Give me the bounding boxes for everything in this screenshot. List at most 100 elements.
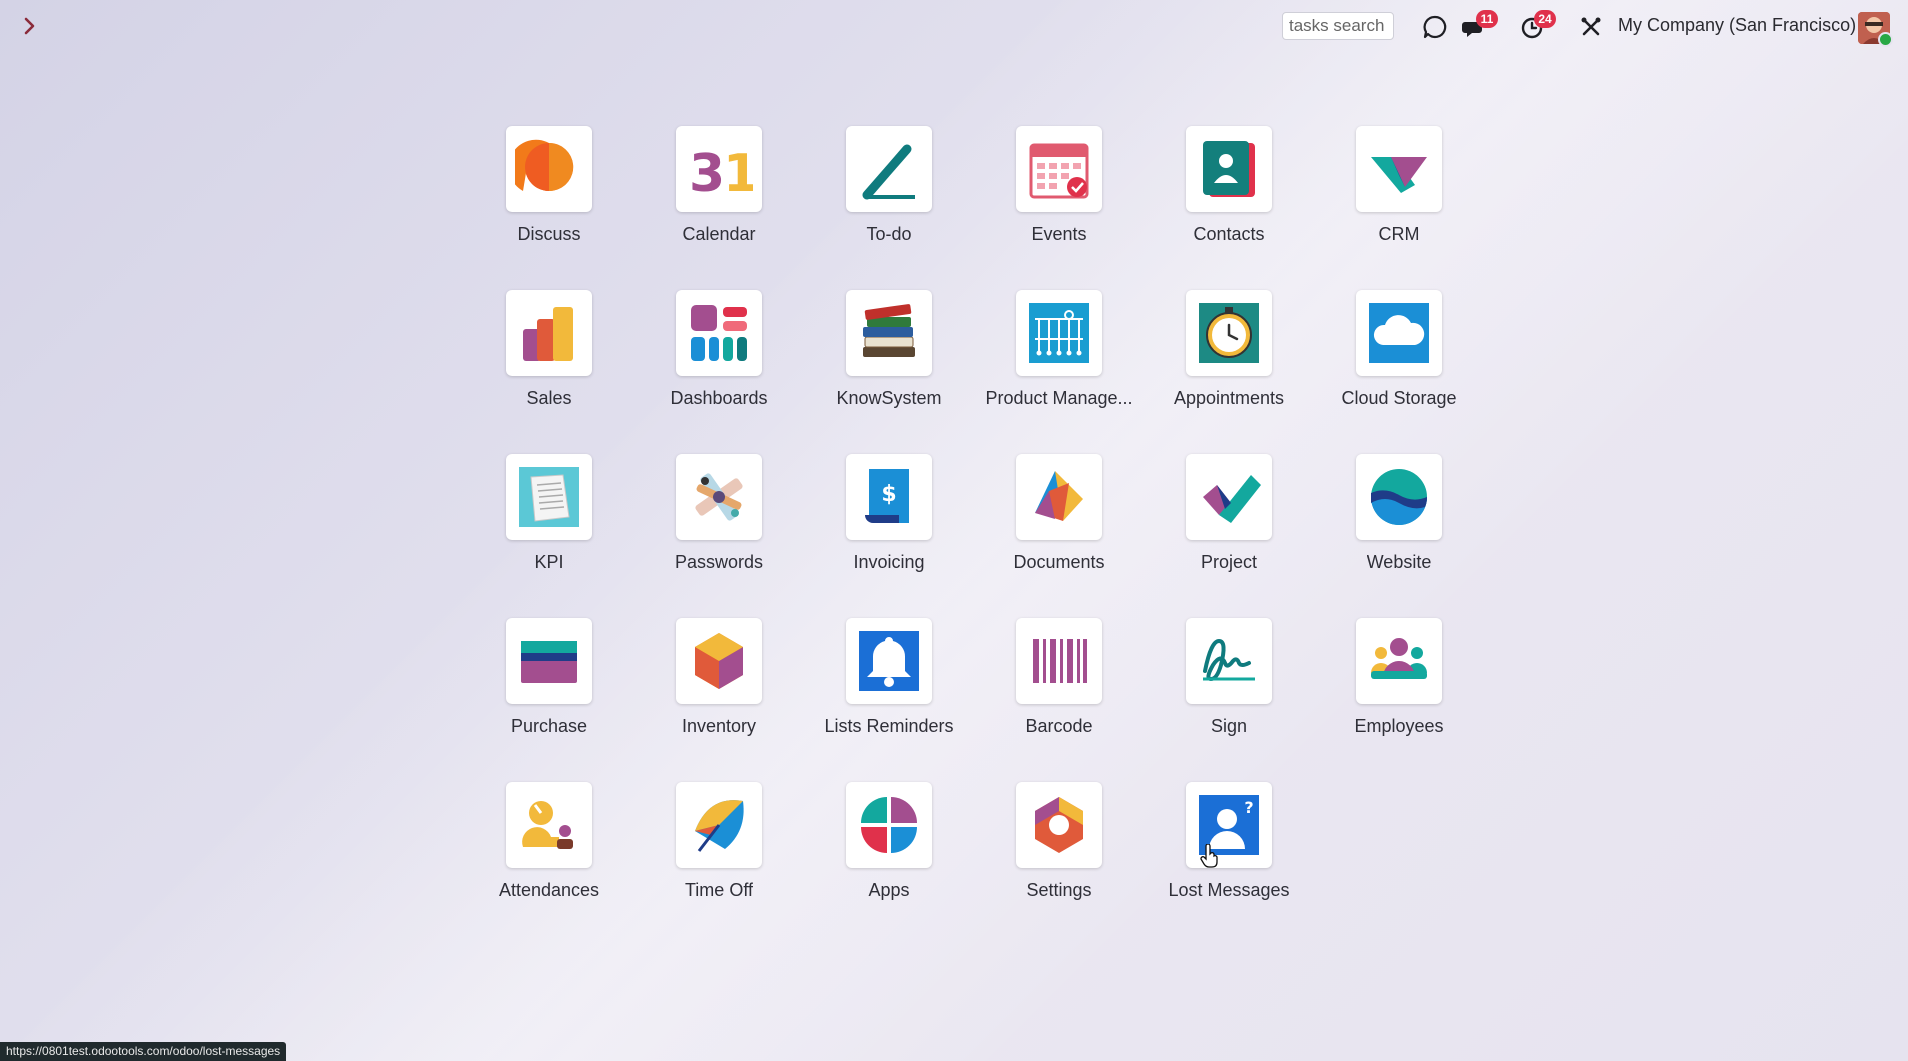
website-icon (1356, 454, 1442, 540)
settings-icon (1016, 782, 1102, 868)
app-contacts[interactable]: Contacts (1144, 126, 1314, 290)
app-attendances[interactable]: Attendances (464, 782, 634, 946)
documents-icon (1016, 454, 1102, 540)
online-status-dot (1878, 32, 1893, 47)
top-navbar: 11 24 My Company (San Francisco) (0, 0, 1908, 54)
app-label: Employees (1354, 716, 1444, 736)
app-calendar[interactable]: 31 Calendar (634, 126, 804, 290)
calendar-icon: 31 (676, 126, 762, 212)
app-label: CRM (1378, 224, 1420, 244)
tasks-search-input[interactable] (1282, 12, 1394, 40)
app-label: Purchase (510, 716, 588, 736)
app-label: Sign (1210, 716, 1248, 736)
app-label: KnowSystem (836, 388, 942, 408)
passwords-icon (676, 454, 762, 540)
app-inventory[interactable]: Inventory (634, 618, 804, 782)
time-off-icon (676, 782, 762, 868)
status-bar-url: https://0801test.odootools.com/odoo/lost… (0, 1042, 287, 1061)
app-label: KPI (534, 552, 564, 572)
hand-pointer-cursor-icon (1200, 843, 1218, 873)
app-label: Lists Reminders (824, 716, 954, 736)
app-label: Product Manage... (985, 388, 1133, 408)
app-passwords[interactable]: Passwords (634, 454, 804, 618)
contacts-icon (1186, 126, 1272, 212)
app-barcode[interactable]: Barcode (974, 618, 1144, 782)
app-apps[interactable]: Apps (804, 782, 974, 946)
barcode-icon (1016, 618, 1102, 704)
cloud-storage-icon (1356, 290, 1442, 376)
app-label: Cloud Storage (1341, 388, 1457, 408)
app-cloud-storage[interactable]: Cloud Storage (1314, 290, 1484, 454)
app-knowsystem[interactable]: KnowSystem (804, 290, 974, 454)
app-settings[interactable]: Settings (974, 782, 1144, 946)
app-discuss[interactable]: Discuss (464, 126, 634, 290)
app-label: Sales (526, 388, 572, 408)
app-lists-reminders[interactable]: Lists Reminders (804, 618, 974, 782)
app-label: Appointments (1173, 388, 1285, 408)
app-kpi[interactable]: KPI (464, 454, 634, 618)
purchase-icon (506, 618, 592, 704)
svg-text:3: 3 (689, 144, 725, 203)
app-label: Invoicing (853, 552, 925, 572)
debug-tools-icon[interactable] (1576, 12, 1606, 42)
app-label: Contacts (1193, 224, 1265, 244)
app-label: Lost Messages (1168, 880, 1290, 900)
activities-clock-icon[interactable]: 24 (1518, 10, 1556, 42)
app-label: Inventory (681, 716, 757, 736)
app-label: Attendances (498, 880, 600, 900)
voip-icon[interactable] (1420, 12, 1450, 42)
svg-text:?: ? (1244, 798, 1253, 817)
attendances-icon (506, 782, 592, 868)
app-label: Discuss (517, 224, 581, 244)
app-todo[interactable]: To-do (804, 126, 974, 290)
app-label: Calendar (682, 224, 756, 244)
events-icon (1016, 126, 1102, 212)
svg-text:$: $ (881, 482, 896, 507)
discuss-icon (506, 126, 592, 212)
svg-text:1: 1 (723, 144, 753, 203)
lost-messages-icon: ? (1186, 782, 1272, 868)
activities-count-badge: 24 (1534, 10, 1556, 28)
project-icon (1186, 454, 1272, 540)
app-documents[interactable]: Documents (974, 454, 1144, 618)
app-label: Passwords (674, 552, 764, 572)
app-product-management[interactable]: Product Manage... (974, 290, 1144, 454)
user-avatar[interactable] (1858, 12, 1893, 47)
app-sign[interactable]: Sign (1144, 618, 1314, 782)
appointments-icon (1186, 290, 1272, 376)
app-label: Barcode (1025, 716, 1093, 736)
app-dashboards[interactable]: Dashboards (634, 290, 804, 454)
inventory-icon (676, 618, 762, 704)
invoicing-icon: $ (846, 454, 932, 540)
sidebar-toggle-chevron-icon[interactable] (18, 14, 42, 38)
employees-icon (1356, 618, 1442, 704)
app-sales[interactable]: Sales (464, 290, 634, 454)
app-label: Project (1200, 552, 1258, 572)
app-label: Documents (1013, 552, 1105, 572)
app-appointments[interactable]: Appointments (1144, 290, 1314, 454)
sign-icon (1186, 618, 1272, 704)
company-switcher[interactable]: My Company (San Francisco) (1618, 15, 1856, 36)
app-label: Events (1031, 224, 1087, 244)
dashboards-icon (676, 290, 762, 376)
app-website[interactable]: Website (1314, 454, 1484, 618)
app-purchase[interactable]: Purchase (464, 618, 634, 782)
app-events[interactable]: Events (974, 126, 1144, 290)
app-crm[interactable]: CRM (1314, 126, 1484, 290)
app-employees[interactable]: Employees (1314, 618, 1484, 782)
app-project[interactable]: Project (1144, 454, 1314, 618)
messages-count-badge: 11 (1476, 10, 1498, 28)
messages-icon[interactable]: 11 (1460, 10, 1498, 42)
sales-icon (506, 290, 592, 376)
knowsystem-icon (846, 290, 932, 376)
app-lost-messages[interactable]: ? Lost Messages (1144, 782, 1314, 946)
kpi-icon (506, 454, 592, 540)
crm-icon (1356, 126, 1442, 212)
app-label: Website (1366, 552, 1432, 572)
app-time-off[interactable]: Time Off (634, 782, 804, 946)
product-management-icon (1016, 290, 1102, 376)
todo-icon (846, 126, 932, 212)
app-label: Time Off (684, 880, 753, 900)
app-invoicing[interactable]: $ Invoicing (804, 454, 974, 618)
app-grid: Discuss 31 Calendar To-do Events Contact… (464, 126, 1484, 946)
